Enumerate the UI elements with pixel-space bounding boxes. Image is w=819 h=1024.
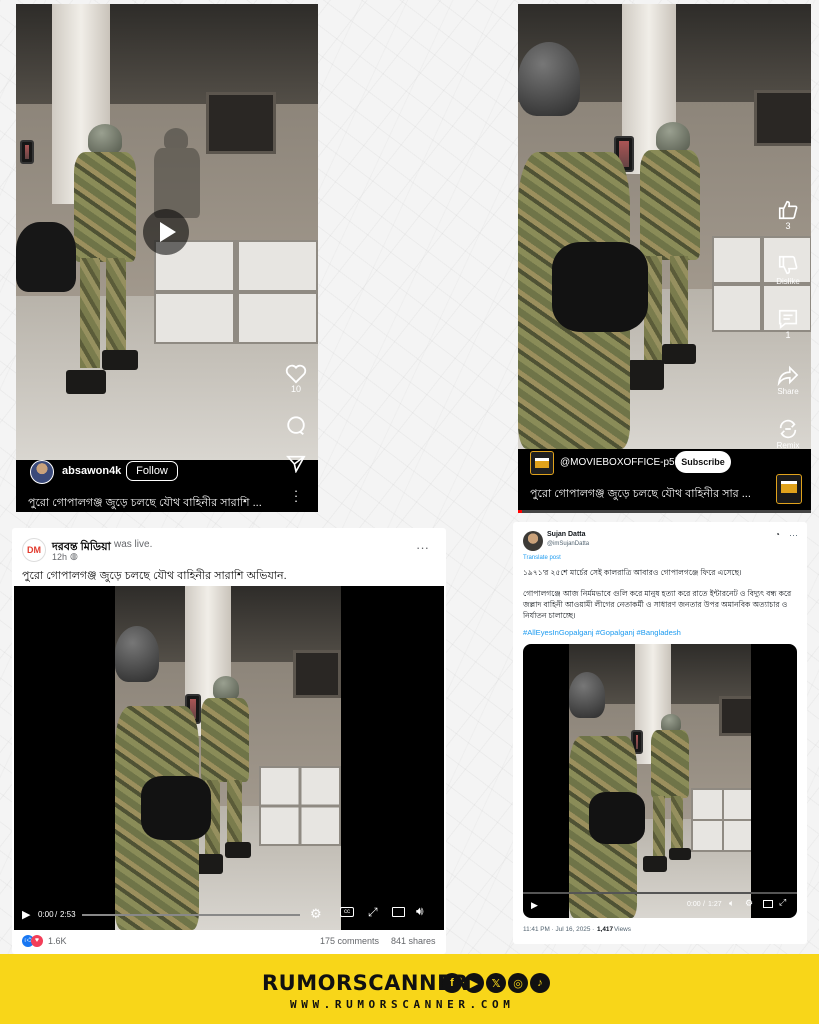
x-video[interactable]: ▶ 0:00 / 1:27 🔈︎ ⚙ ⤢ xyxy=(523,644,797,918)
seek-bar[interactable] xyxy=(523,892,797,894)
time-current: 0:00 xyxy=(38,910,54,919)
thumbs-down-icon xyxy=(778,255,798,275)
handle[interactable]: @imSujanDatta xyxy=(547,541,589,547)
fullscreen-icon[interactable]: ⤢ xyxy=(368,905,378,920)
remix-button[interactable]: Remix xyxy=(772,418,804,451)
picture-in-picture-icon[interactable] xyxy=(763,900,773,908)
hashtags[interactable]: #AllEyesInGopalganj #Gopalganj #Banglade… xyxy=(523,628,681,637)
like-count: 3 xyxy=(785,221,791,231)
more-options-button[interactable]: ··· xyxy=(416,540,429,555)
avatar[interactable] xyxy=(30,460,54,484)
dislike-button[interactable]: Dislike xyxy=(772,254,804,287)
facebook-icon[interactable]: f xyxy=(442,973,462,993)
globe-icon: ◍ xyxy=(70,551,78,561)
views-count: 1,417 xyxy=(597,926,613,933)
channel-avatar[interactable] xyxy=(530,451,554,475)
post-text: পুরো গোপালগঞ্জ জুড়ে চলছে যৌথ বাহিনীর সা… xyxy=(22,570,287,582)
display-name[interactable]: Sujan Datta xyxy=(547,531,586,538)
comment-count: 1 xyxy=(785,330,791,340)
time-current: 0:00 xyxy=(687,901,701,908)
shorts-caption: পুরো গোপালগঞ্জ জুড়ে চলছে যৌথ বাহিনীর সা… xyxy=(530,488,751,500)
post-line-1: ১৯৭১'র ২৫শে মার্চের সেই কালরাত্রি আবারও … xyxy=(523,568,742,577)
share-button[interactable] xyxy=(285,455,307,473)
like-button[interactable]: 10 xyxy=(284,364,308,395)
reactions-count[interactable]: 1.6K xyxy=(48,936,67,946)
heart-icon xyxy=(285,364,307,384)
comment-icon xyxy=(778,309,798,329)
movie-box-logo xyxy=(776,474,802,504)
shares-count[interactable]: 841 shares xyxy=(391,936,436,946)
tiktok-icon[interactable]: ♪ xyxy=(530,973,550,993)
picture-in-picture-icon[interactable] xyxy=(392,907,405,917)
x-post-panel: Sujan Datta @imSujanDatta ◔ ··· Translat… xyxy=(513,522,807,944)
dislike-label: Dislike xyxy=(776,277,800,286)
subscribe-button[interactable]: Subscribe xyxy=(675,451,731,473)
facebook-video[interactable]: ▶ 0:00 / 2:53 ⚙ cc ⤢ 🔊︎ xyxy=(14,586,444,930)
play-icon[interactable]: ▶ xyxy=(531,900,538,911)
volume-icon[interactable]: 🔈︎ xyxy=(729,898,734,909)
seek-bar[interactable] xyxy=(82,914,300,916)
gear-icon[interactable]: ⚙ xyxy=(310,906,322,922)
play-icon[interactable]: ▶ xyxy=(22,908,30,921)
shorts-video[interactable] xyxy=(518,4,811,449)
time-separator: / xyxy=(55,910,58,919)
remix-label: Remix xyxy=(776,441,800,450)
reel-caption: পুরো গোপালগঞ্জ জুড়ে চলছে যৌথ বাহিনীর সা… xyxy=(28,497,262,509)
remix-icon xyxy=(779,419,797,439)
brand-name: RUMORSCANNER xyxy=(262,971,469,995)
post-time[interactable]: 12h xyxy=(52,552,67,562)
thumbs-up-icon xyxy=(778,200,798,220)
time-total: 2:53 xyxy=(60,910,76,919)
post-time[interactable]: 11:41 PM · Jul 16, 2025 · xyxy=(523,926,594,933)
settings-icon[interactable]: ⚙ xyxy=(745,898,753,909)
follow-button[interactable]: Follow xyxy=(126,461,178,481)
comment-button[interactable] xyxy=(284,415,308,437)
reel-post-panel: 10 · · · absawon4k Follow পুরো গোপালগঞ্জ জ… xyxy=(16,4,318,512)
time-total: 1:27 xyxy=(708,901,722,908)
like-count: 10 xyxy=(290,384,301,394)
translate-link[interactable]: Translate post xyxy=(523,555,561,561)
more-options-icon[interactable]: · · · xyxy=(290,484,302,507)
play-button[interactable] xyxy=(143,209,189,255)
page-avatar[interactable]: DM xyxy=(22,538,46,562)
share-arrow-icon xyxy=(777,365,799,386)
time-separator: / xyxy=(703,901,705,908)
page-logo-text: DM xyxy=(27,545,41,555)
instagram-icon[interactable]: ◎ xyxy=(508,973,528,993)
was-live-text: was live. xyxy=(114,539,153,550)
progress-bar[interactable] xyxy=(518,510,811,513)
facebook-post-panel: DM দরবন্ত মিডিয়া was live. 12h ◍ ··· পু… xyxy=(12,528,446,954)
comments-count[interactable]: 175 comments xyxy=(320,936,379,946)
website-url[interactable]: WWW.RUMORSCANNER.COM xyxy=(290,998,514,1011)
love-reaction-icon: ♥ xyxy=(31,935,43,947)
shorts-post-panel: 3 Dislike 1 Share Remix @MOVIEBOXOFFICE-… xyxy=(518,4,811,513)
clapperboard-icon xyxy=(535,458,549,468)
play-icon xyxy=(160,222,176,242)
avatar[interactable] xyxy=(523,531,543,551)
fullscreen-icon[interactable]: ⤢ xyxy=(779,897,786,908)
comment-bubble-icon xyxy=(287,416,305,435)
post-line-2: গোপালগঞ্জে আজ নির্মমভাবে গুলি করে মানুষ … xyxy=(523,589,792,620)
views-label: Views xyxy=(614,926,631,933)
comment-button[interactable]: 1 xyxy=(772,308,804,341)
send-icon xyxy=(286,455,306,473)
volume-icon[interactable]: 🔊︎ xyxy=(416,904,424,919)
like-button[interactable]: 3 xyxy=(772,199,804,232)
x-icon[interactable]: 𝕏 xyxy=(486,973,506,993)
youtube-icon[interactable]: ▶ xyxy=(464,973,484,993)
share-button[interactable]: Share xyxy=(772,364,804,397)
grok-icon[interactable]: ◔ xyxy=(775,530,780,539)
username[interactable]: absawon4k xyxy=(62,465,121,477)
share-label: Share xyxy=(777,387,799,396)
channel-name[interactable]: @MOVIEBOXOFFICE-p5i xyxy=(560,457,677,468)
captions-icon[interactable]: cc xyxy=(340,907,354,917)
more-options-button[interactable]: ··· xyxy=(789,530,798,540)
